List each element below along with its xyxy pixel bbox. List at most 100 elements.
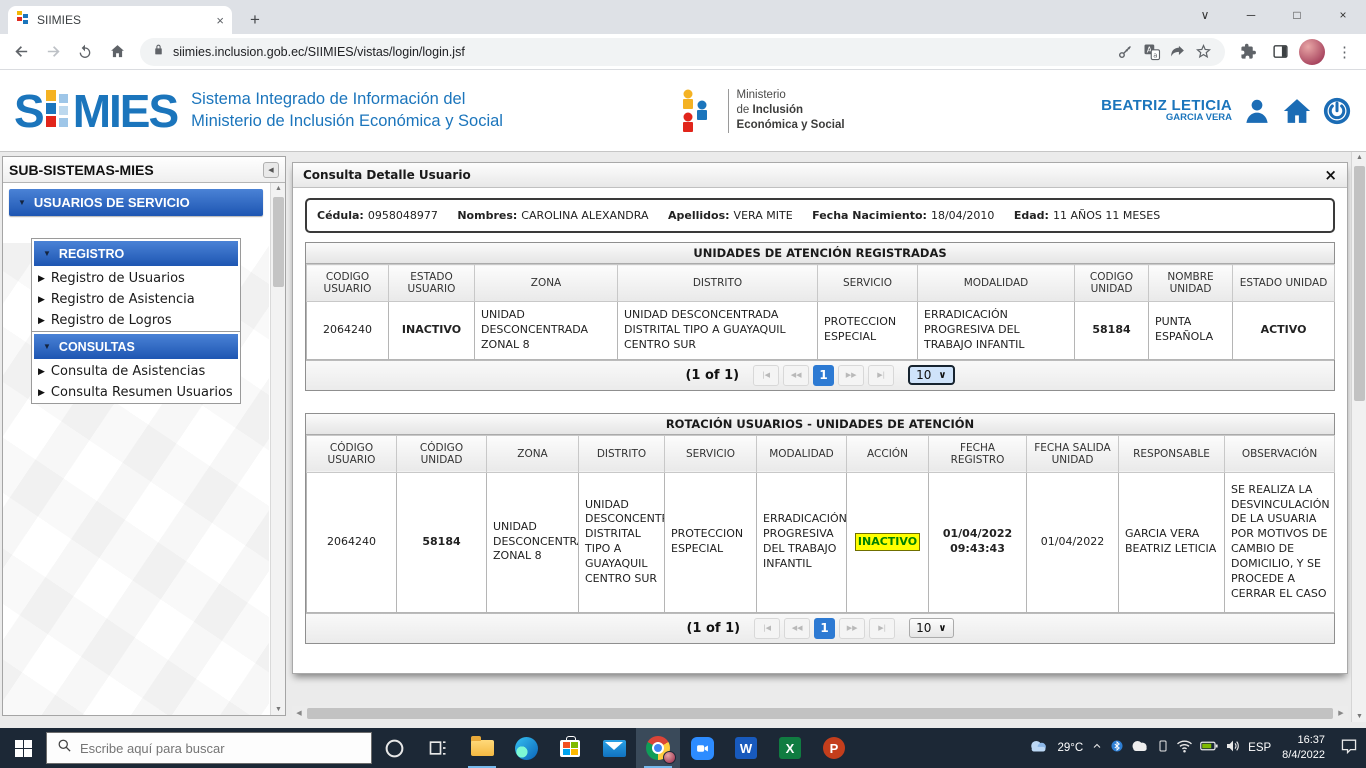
reload-icon[interactable] [72, 39, 98, 65]
pager-next-button[interactable]: ▶▶ [839, 618, 865, 639]
sidebar-item-registro-usuarios[interactable]: ▶ Registro de Usuarios [32, 268, 240, 289]
taskbar-search[interactable] [46, 732, 372, 764]
sidebar-scroll-thumb[interactable] [273, 197, 284, 287]
bookmark-star-icon[interactable] [1195, 43, 1213, 61]
vertical-scrollbar[interactable]: ▲ ▼ [1351, 152, 1366, 722]
column-header: SERVICIO [665, 435, 757, 472]
battery-icon[interactable] [1200, 739, 1218, 757]
share-icon[interactable] [1169, 43, 1187, 61]
logo-text-s: S [14, 88, 43, 134]
zoom-icon[interactable] [680, 728, 724, 768]
horizontal-scrollbar[interactable]: ◀ ▶ [292, 706, 1348, 720]
scroll-up-icon[interactable]: ▲ [1352, 154, 1366, 161]
vertical-scroll-thumb[interactable] [1354, 166, 1365, 401]
start-button[interactable] [0, 728, 46, 768]
temperature-label[interactable]: 29°C [1057, 742, 1083, 754]
search-icon [57, 738, 72, 758]
translate-icon[interactable]: Aa [1143, 43, 1161, 61]
your-phone-icon[interactable] [1157, 738, 1169, 759]
sidebar-item-consulta-asistencias[interactable]: ▶ Consulta de Asistencias [32, 361, 240, 382]
weather-icon[interactable] [1028, 737, 1050, 760]
back-icon[interactable] [8, 39, 34, 65]
home-button-icon[interactable] [1282, 96, 1312, 126]
chevron-up-icon[interactable] [1090, 739, 1104, 757]
accordion-label: USUARIOS DE SERVICIO [34, 195, 190, 210]
pager-next-button[interactable]: ▶▶ [838, 365, 864, 386]
user-profile-icon[interactable] [1242, 96, 1272, 126]
wifi-icon[interactable] [1176, 739, 1193, 758]
scroll-left-icon[interactable]: ◀ [292, 709, 306, 717]
search-input[interactable] [80, 741, 330, 756]
chrome-icon[interactable] [636, 728, 680, 768]
pager-prev-button[interactable]: ◀◀ [784, 618, 810, 639]
window-close-button[interactable]: × [1320, 8, 1366, 22]
action-center-icon[interactable] [1340, 738, 1358, 759]
scroll-down-icon[interactable]: ▼ [271, 706, 285, 713]
cell-responsable: GARCIA VERA BEATRIZ LETICIA [1119, 472, 1225, 612]
task-view-icon[interactable] [416, 728, 460, 768]
extensions-puzzle-icon[interactable] [1235, 39, 1261, 65]
mail-icon[interactable] [592, 728, 636, 768]
group-bar-registro[interactable]: ▼ REGISTRO [34, 241, 238, 266]
scroll-down-icon[interactable]: ▼ [1352, 713, 1366, 720]
group-bar-consultas[interactable]: ▼ CONSULTAS [34, 334, 238, 359]
home-icon[interactable] [104, 39, 130, 65]
pager-page-1-button[interactable]: 1 [814, 618, 835, 639]
cell-nombre-unidad: PUNTA ESPAÑOLA [1149, 302, 1233, 360]
clock[interactable]: 16:37 8/4/2022 [1282, 733, 1325, 763]
logout-power-icon[interactable] [1322, 96, 1352, 126]
rows-per-page-value: 10 [916, 621, 931, 635]
sidebar-scrollbar[interactable]: ▲ ▼ [270, 183, 285, 715]
url-text[interactable]: siimies.inclusion.gob.ec/SIIMIES/vistas/… [173, 45, 1109, 59]
sidebar-item-registro-asistencia[interactable]: ▶ Registro de Asistencia [32, 289, 240, 310]
cortana-icon[interactable] [372, 728, 416, 768]
app-subtitle-line1: Sistema Integrado de Información del [191, 89, 503, 110]
menu-group-registro: ▼ REGISTRO ▶ Registro de Usuarios ▶ Regi… [31, 238, 241, 332]
tab-close-icon[interactable]: × [216, 13, 224, 28]
onedrive-icon[interactable] [1130, 739, 1150, 758]
word-icon[interactable]: W [724, 728, 768, 768]
microsoft-store-icon[interactable] [548, 728, 592, 768]
pager-prev-button[interactable]: ◀◀ [783, 365, 809, 386]
browser-menu-icon[interactable]: ⋮ [1331, 43, 1358, 61]
scroll-up-icon[interactable]: ▲ [271, 185, 285, 192]
volume-icon[interactable] [1225, 739, 1241, 758]
panel-close-icon[interactable]: × [1324, 166, 1337, 184]
table2-header-row: CÓDIGO USUARIO CÓDIGO UNIDAD ZONA DISTRI… [307, 435, 1335, 472]
excel-icon[interactable]: X [768, 728, 812, 768]
ministry-logo: Ministerio de Inclusión Económica y Soci… [680, 88, 845, 134]
bluetooth-icon[interactable] [1111, 738, 1123, 759]
new-tab-button[interactable]: + [242, 10, 268, 30]
pager-last-button[interactable]: ▶| [868, 365, 894, 386]
edge-icon[interactable] [504, 728, 548, 768]
language-indicator[interactable]: ESP [1248, 742, 1271, 754]
address-bar[interactable]: siimies.inclusion.gob.ec/SIIMIES/vistas/… [140, 38, 1225, 66]
horizontal-scroll-thumb[interactable] [307, 708, 1333, 719]
pager-page-1-button[interactable]: 1 [813, 365, 834, 386]
maximize-button[interactable]: □ [1274, 8, 1320, 22]
scroll-right-icon[interactable]: ▶ [1334, 709, 1348, 717]
sidebar-accordion-usuarios[interactable]: ▼ USUARIOS DE SERVICIO [9, 189, 263, 216]
sidebar-item-registro-logros[interactable]: ▶ Registro de Logros [32, 310, 240, 331]
app-header: S MIES Sistema Integrado de Información … [0, 70, 1366, 152]
side-panel-icon[interactable] [1267, 39, 1293, 65]
column-header: CÓDIGO UNIDAD [397, 435, 487, 472]
pager-last-button[interactable]: ▶| [869, 618, 895, 639]
user-box: BEATRIZ LETICIA GARCIA VERA [1101, 96, 1352, 126]
tab-search-icon[interactable]: ∨ [1182, 8, 1228, 22]
sidebar-collapse-button[interactable]: ◀ [263, 162, 279, 178]
sidebar-item-consulta-resumen[interactable]: ▶ Consulta Resumen Usuarios [32, 382, 240, 403]
minimize-button[interactable]: ─ [1228, 8, 1274, 22]
forward-icon[interactable] [40, 39, 66, 65]
rows-per-page-select[interactable]: 10 ∨ [909, 618, 953, 638]
item-label: Registro de Asistencia [51, 292, 195, 307]
pager-first-button[interactable]: |◀ [754, 618, 780, 639]
rows-per-page-select[interactable]: 10 ∨ [908, 365, 954, 385]
browser-tab[interactable]: SIIMIES × [8, 6, 232, 34]
password-key-icon[interactable] [1117, 43, 1135, 61]
pager-first-button[interactable]: |◀ [753, 365, 779, 386]
powerpoint-icon[interactable]: P [812, 728, 856, 768]
profile-avatar[interactable] [1299, 39, 1325, 65]
file-explorer-icon[interactable] [460, 728, 504, 768]
table-row: 2064240 INACTIVO UNIDAD DESCONCENTRADA Z… [307, 302, 1335, 360]
